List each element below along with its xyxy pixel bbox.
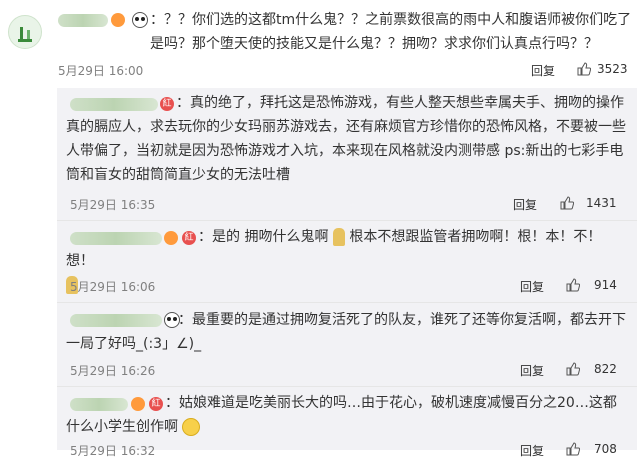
username-blurred[interactable] [58, 14, 108, 27]
vip-badge-icon [111, 13, 125, 27]
like-icon[interactable] [566, 362, 580, 376]
reply-date: 5月29日 16:06 [70, 280, 156, 294]
user-avatar[interactable] [8, 15, 42, 49]
reply-button[interactable]: 回复 [531, 62, 555, 79]
like-icon[interactable] [566, 442, 580, 456]
character-sticker-icon [332, 228, 345, 246]
reply-date: 5月29日 16:26 [70, 364, 156, 378]
reply-text: ：姑娘难道是吃美丽长大的吗…由于花心，破机速度减慢百分之20…这都什么小学生创作… [66, 391, 628, 439]
divider [57, 302, 637, 303]
reply-button[interactable]: 回复 [520, 278, 544, 295]
reply-button[interactable]: 回复 [520, 442, 544, 459]
reply-text: ：真的绝了，拜托这是恐怖游戏，有些人整天想些幸属夫手、拥吻的操作真的膈应人，求去… [66, 95, 626, 183]
comment-text: ：？？你们选的这都tm什么鬼？？之前票数很高的雨中人和腹语师被你们吃了是吗？那个… [150, 12, 632, 52]
panda-badge-icon [132, 12, 148, 28]
like-icon[interactable] [566, 278, 580, 292]
like-count: 3523 [597, 62, 628, 76]
like-count: 914 [594, 278, 617, 292]
reply-text-content: ：姑娘难道是吃美丽长大的吗…由于花心，破机速度减慢百分之20…这都什么小学生创作… [66, 395, 617, 435]
like-count: 822 [594, 362, 617, 376]
comment-date: 5月29日 16:00 [58, 64, 144, 78]
main-comment: ：？？你们选的这都tm什么鬼？？之前票数很高的雨中人和腹语师被你们吃了是吗？那个… [0, 0, 637, 82]
reply-button[interactable]: 回复 [520, 362, 544, 379]
reply-button[interactable]: 回复 [513, 196, 537, 213]
like-icon[interactable] [577, 62, 591, 76]
divider [57, 386, 637, 387]
reply-date: 5月29日 16:32 [70, 444, 156, 458]
reply-date: 5月29日 16:35 [70, 198, 156, 212]
reply-text: ：最重要的是通过拥吻复活死了的队友，谁死了还等你复活啊，都去开下一局了好吗_(:… [66, 312, 626, 352]
like-count: 708 [594, 442, 617, 456]
divider [57, 220, 637, 221]
thinking-face-icon [182, 418, 201, 436]
like-count: 1431 [586, 196, 617, 210]
like-icon[interactable] [560, 196, 574, 210]
reply-text-part-1: ：是的 拥吻什么鬼啊 [198, 229, 329, 245]
